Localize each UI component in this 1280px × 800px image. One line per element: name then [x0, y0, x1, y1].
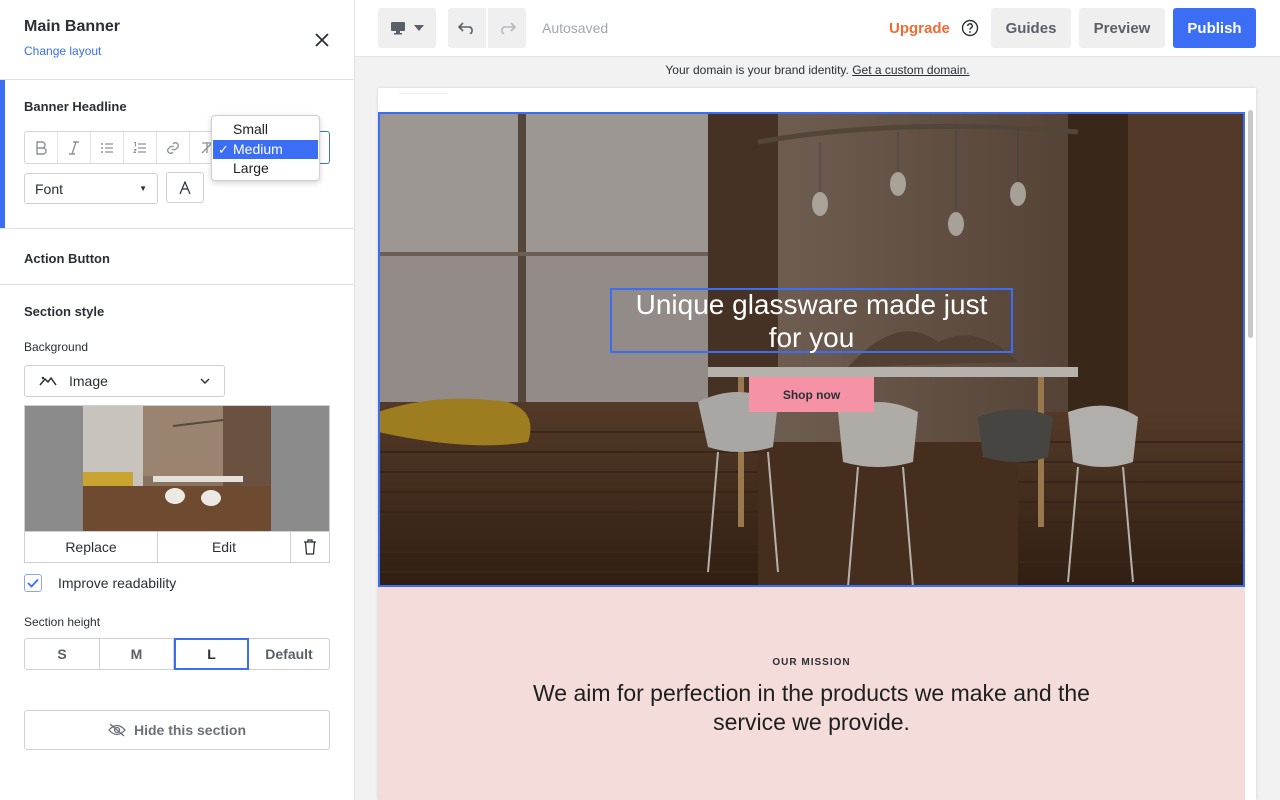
undo-button[interactable]: [448, 8, 486, 48]
image-icon: [39, 376, 57, 386]
redo-button[interactable]: [488, 8, 526, 48]
panel-title: Main Banner: [24, 18, 121, 35]
section-height-label: Section height: [24, 615, 101, 629]
eye-off-icon: [108, 723, 126, 737]
guides-button[interactable]: Guides: [991, 8, 1071, 48]
italic-button[interactable]: [58, 132, 91, 163]
banner-headline-heading: Banner Headline: [24, 99, 127, 114]
section-style-heading: Section style: [24, 304, 105, 319]
hide-section-button[interactable]: Hide this section: [24, 710, 330, 750]
edit-image-button[interactable]: Edit: [158, 532, 291, 562]
font-select[interactable]: Font ▼: [24, 173, 158, 204]
height-option-m[interactable]: M: [100, 639, 174, 669]
autosave-status: Autosaved: [542, 20, 609, 36]
checkmark-icon: ✓: [218, 141, 229, 157]
preview-button[interactable]: Preview: [1079, 8, 1165, 48]
italic-icon: [69, 140, 79, 155]
caret-down-icon: ▼: [139, 184, 147, 193]
link-button[interactable]: [157, 132, 190, 163]
image-actions: Replace Edit: [24, 531, 330, 563]
upgrade-link[interactable]: Upgrade: [889, 20, 950, 37]
size-option-medium[interactable]: ✓ Medium: [213, 139, 318, 159]
link-icon: [167, 141, 179, 154]
trash-icon: [304, 539, 316, 555]
background-image-preview: [24, 405, 330, 531]
mission-text: We aim for perfection in the products we…: [533, 680, 1090, 735]
desktop-icon: [391, 22, 405, 35]
canvas-scrollbar[interactable]: [1248, 110, 1253, 338]
text-color-button[interactable]: [166, 172, 204, 203]
shop-now-button[interactable]: Shop now: [749, 377, 874, 412]
background-label: Background: [24, 340, 89, 354]
custom-domain-link[interactable]: Get a custom domain.: [852, 63, 969, 77]
replace-image-button[interactable]: Replace: [25, 532, 158, 562]
device-preview-select[interactable]: [378, 8, 436, 48]
editor-topbar: Autosaved Upgrade Guides Preview Publish: [355, 0, 1280, 57]
background-type-value: Image: [69, 373, 108, 389]
background-thumbnail: [83, 406, 271, 531]
chevron-down-icon: [200, 378, 210, 384]
font-select-label: Font: [35, 180, 64, 197]
size-option-large[interactable]: Large: [212, 159, 319, 179]
mission-section[interactable]: OUR MISSION We aim for perfection in the…: [378, 587, 1245, 800]
domain-notice-text: Your domain is your brand identity.: [665, 63, 849, 77]
caret-down-icon: [414, 25, 424, 31]
active-section-indicator: [0, 80, 5, 228]
bullet-list-button[interactable]: [91, 132, 124, 163]
banner-headline: Unique glassware made just for you: [635, 288, 988, 353]
divider: [0, 79, 355, 80]
divider: [0, 284, 355, 285]
text-size-dropdown: Small ✓ Medium Large: [211, 115, 320, 181]
size-option-medium-label: Medium: [233, 140, 283, 157]
background-type-select[interactable]: Image: [24, 365, 225, 397]
hide-section-label: Hide this section: [133, 722, 247, 738]
improve-readability-checkbox[interactable]: [24, 574, 42, 592]
mission-kicker: OUR MISSION: [772, 657, 851, 668]
close-icon[interactable]: [310, 28, 334, 52]
redo-icon: [501, 22, 516, 34]
undo-icon: [458, 22, 473, 34]
height-option-l[interactable]: L: [174, 638, 249, 670]
bold-icon: [36, 140, 47, 155]
checkmark-icon: [27, 578, 39, 588]
site-header-strip: [398, 88, 448, 94]
size-option-small[interactable]: Small: [212, 120, 319, 140]
editor-panel: Main Banner Change layout Banner Headlin…: [0, 0, 355, 800]
numbered-list-button[interactable]: [124, 132, 157, 163]
delete-image-button[interactable]: [291, 532, 329, 562]
numbered-list-icon: [133, 141, 146, 153]
text-color-icon: [179, 180, 191, 194]
divider: [0, 228, 355, 229]
change-layout-link[interactable]: Change layout: [24, 44, 101, 58]
improve-readability-label: Improve readability: [58, 575, 177, 591]
help-icon[interactable]: [961, 19, 979, 42]
section-height-selector: S M L Default: [24, 638, 330, 670]
banner-headline-box[interactable]: Unique glassware made just for you: [610, 288, 1013, 353]
action-button-heading[interactable]: Action Button: [24, 251, 110, 266]
height-option-s[interactable]: S: [25, 639, 100, 669]
bullet-list-icon: [101, 142, 113, 153]
bold-button[interactable]: [25, 132, 58, 163]
height-option-default[interactable]: Default: [249, 639, 329, 669]
publish-button[interactable]: Publish: [1173, 8, 1256, 48]
domain-notice: Your domain is your brand identity. Get …: [355, 63, 1280, 77]
